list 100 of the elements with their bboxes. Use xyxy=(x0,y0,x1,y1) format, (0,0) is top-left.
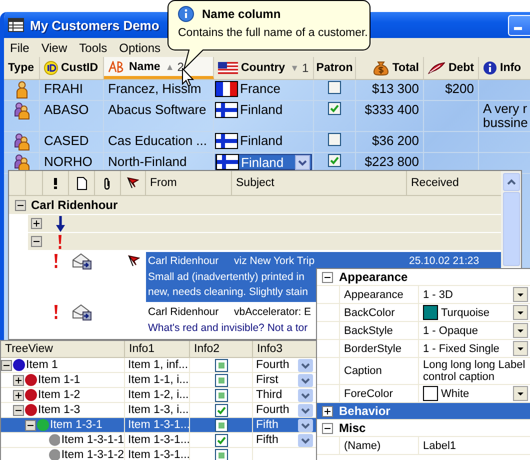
dropdown-button[interactable] xyxy=(513,341,528,356)
checkbox[interactable] xyxy=(214,374,228,386)
collapse-button[interactable] xyxy=(15,200,26,210)
minimize-button[interactable] xyxy=(508,14,530,36)
column-header[interactable]: Debt xyxy=(424,57,479,79)
france-flag-icon xyxy=(215,81,238,97)
expand-button[interactable] xyxy=(13,390,24,400)
finland-flag-icon xyxy=(215,133,238,149)
checkbox[interactable] xyxy=(214,358,228,372)
tree-row[interactable]: Item 1-3-1-1 Item 1-3-1... Fifth xyxy=(1,433,317,448)
column-header[interactable]: Type xyxy=(4,57,40,79)
message-preview: Small ad (inadvertently) printed in xyxy=(148,270,304,285)
id-icon xyxy=(44,61,58,75)
dropdown-button[interactable] xyxy=(513,287,528,302)
tree-item-label: Item 1-2 xyxy=(38,389,80,401)
patron-checkbox[interactable] xyxy=(328,133,341,146)
paperclip-icon xyxy=(104,176,111,190)
checkbox[interactable] xyxy=(214,418,228,432)
property-name: Caption xyxy=(344,365,382,377)
table-cell: Fifth xyxy=(256,419,278,431)
tree-row[interactable]: Item 1-2 Item 1-2, i... Third xyxy=(1,388,317,403)
dropdown-button[interactable] xyxy=(298,388,313,402)
scrollbar[interactable] xyxy=(501,171,521,267)
table-cell: Item 1-3-1... xyxy=(128,419,190,431)
table-cell: Fourth xyxy=(256,404,290,416)
table-cell: bussine xyxy=(483,116,528,130)
table-cell: Fifth xyxy=(256,434,278,446)
checkbox[interactable] xyxy=(214,434,228,446)
column-header[interactable]: TreeView xyxy=(1,341,125,357)
message-preview: What's red and invisible? Not a tor xyxy=(148,321,308,336)
dropdown-button[interactable] xyxy=(513,305,528,320)
expand-button[interactable] xyxy=(322,406,333,416)
menu-item[interactable]: Tools xyxy=(73,40,114,54)
subject: viz New York Trip xyxy=(234,254,315,266)
expand-button[interactable] xyxy=(31,218,42,229)
property-name: ForeColor xyxy=(344,388,393,400)
category-row[interactable]: Appearance xyxy=(317,269,530,286)
collapse-button[interactable] xyxy=(322,422,333,434)
sender: Carl Ridenhour xyxy=(148,306,220,318)
category-row[interactable]: Behavior xyxy=(317,403,530,420)
table-cell: Item 1-3, i... xyxy=(128,404,189,416)
property-value: 1 - Opaque xyxy=(423,324,478,336)
checkbox[interactable] xyxy=(214,404,228,416)
app-icon xyxy=(8,18,24,32)
column-header[interactable]: Total xyxy=(356,57,424,79)
checkbox[interactable] xyxy=(214,388,228,402)
table-cell: Item 1-2, i... xyxy=(128,389,189,401)
table-cell: Finland xyxy=(240,102,283,117)
collapse-button[interactable] xyxy=(13,404,24,416)
money-bag-icon xyxy=(373,60,390,76)
collapse-button[interactable] xyxy=(31,236,42,247)
table-cell: CASED xyxy=(44,133,89,148)
message-row[interactable]: Carl Ridenhour vbAccelerator: E xyxy=(146,303,316,320)
column-header[interactable]: Received xyxy=(407,171,501,195)
property-value: Label1 xyxy=(423,440,458,452)
dropdown-button[interactable] xyxy=(298,434,313,446)
column-header[interactable]: From xyxy=(146,171,232,195)
tree-row[interactable]: Item 1-1 Item 1-1, i... First xyxy=(1,373,317,388)
column-header[interactable]: Subject xyxy=(232,171,407,195)
patron-checkbox[interactable] xyxy=(328,154,341,167)
property-value: Long long long Label control caption xyxy=(423,359,526,383)
property-name: Appearance xyxy=(344,288,404,300)
collapse-button[interactable] xyxy=(25,420,36,430)
dropdown-button[interactable] xyxy=(298,358,313,372)
country-dropdown[interactable]: Finland xyxy=(215,154,312,170)
tree-item-label: Item 1-3-1-1 xyxy=(61,434,124,446)
scroll-up-icon[interactable] xyxy=(506,179,516,185)
dropdown-button[interactable] xyxy=(298,374,313,386)
column-header[interactable]: Country ▼ 1 xyxy=(214,57,314,79)
document-icon xyxy=(76,176,86,190)
collapse-button[interactable] xyxy=(1,360,12,370)
dropdown-button[interactable] xyxy=(298,404,313,416)
column-header[interactable]: Info2 xyxy=(190,341,253,357)
message-row[interactable]: Carl Ridenhour viz New York Trip 25.10.02 21:23 xyxy=(146,252,501,269)
table-cell: France xyxy=(240,81,280,96)
envelope-icon xyxy=(72,252,92,270)
column-header[interactable]: Info xyxy=(479,57,530,79)
tree-row[interactable]: Item 1-3-1-2 Item 1-3-1... xyxy=(1,448,317,460)
tree-row[interactable]: Item 1-3-1 Item 1-3-1... Fifth xyxy=(1,418,317,433)
tree-row[interactable]: Item 1 Item 1, inf... Fourth xyxy=(1,358,317,373)
patron-checkbox[interactable] xyxy=(328,81,341,94)
dropdown-button[interactable] xyxy=(513,386,528,401)
dropdown-button[interactable] xyxy=(513,323,528,338)
table-cell: Item 1-1, i... xyxy=(128,374,189,386)
patron-checkbox[interactable] xyxy=(328,102,341,115)
table-cell: Third xyxy=(256,389,282,401)
expand-button[interactable] xyxy=(13,374,24,386)
table-cell: NORHO xyxy=(44,154,92,169)
menu-item[interactable]: File xyxy=(4,40,36,54)
category-row[interactable]: Misc xyxy=(317,420,530,437)
tree-item-label: Item 1-3-1-2 xyxy=(61,449,124,460)
collapse-button[interactable] xyxy=(322,272,333,282)
checkbox[interactable] xyxy=(214,448,228,460)
table-cell: $333 400 xyxy=(364,102,419,117)
subject: vbAccelerator: E xyxy=(234,306,312,318)
table-cell: North-Finland xyxy=(108,154,187,169)
column-header[interactable]: Patron xyxy=(314,57,356,79)
menu-item[interactable]: Options xyxy=(113,40,167,54)
column-header[interactable]: Info1 xyxy=(125,341,190,357)
menu-item[interactable]: View xyxy=(35,40,74,54)
